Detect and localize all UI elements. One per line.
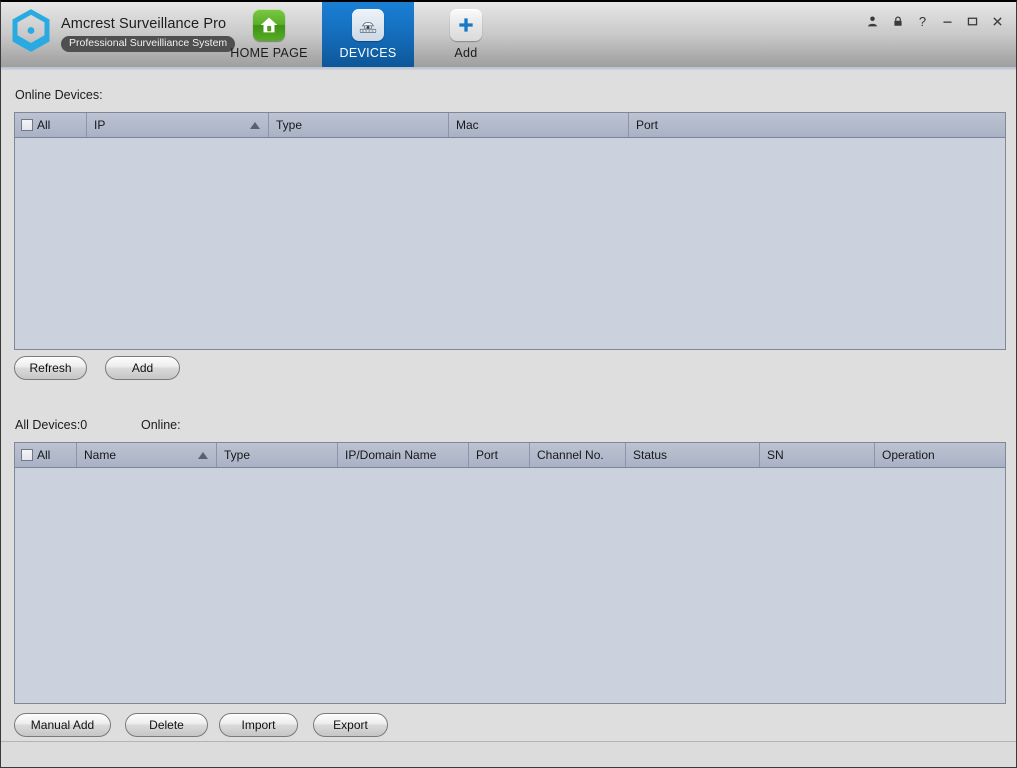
column-header-channel_no[interactable]: Channel No. [530,443,626,467]
nav-item-home-page-label: HOME PAGE [230,46,308,60]
lock-icon[interactable] [885,10,910,32]
column-header-sn[interactable]: SN [760,443,875,467]
online-devices-table: All IP Type Mac Port [14,112,1006,350]
title-bar: Amcrest Surveillance Pro Professional Su… [1,2,1016,70]
export-button[interactable]: Export [313,713,388,737]
nav-item-home-page[interactable]: HOME PAGE [219,2,319,68]
column-header-type[interactable]: Type [269,113,449,137]
camera-dome-icon [350,9,386,41]
column-header-label: Type [276,118,303,132]
column-header-ip_domain[interactable]: IP/Domain Name [338,443,469,467]
application-window: Amcrest Surveillance Pro Professional Su… [0,0,1017,768]
all-devices-table-body [15,468,1005,703]
column-header-label: Channel No. [537,448,604,462]
select-all-checkbox[interactable] [21,449,33,461]
status-bar [1,741,1016,767]
nav-item-add[interactable]: Add [429,2,503,68]
import-button[interactable]: Import [219,713,298,737]
column-header-type[interactable]: Type [217,443,338,467]
delete-button[interactable]: Delete [125,713,208,737]
select-all-checkbox[interactable] [21,119,33,131]
add-button[interactable]: Add [105,356,180,380]
column-header-label: All [37,118,51,132]
column-header-all[interactable]: All [15,443,77,467]
online-devices-table-body [15,138,1005,349]
column-header-label: Port [476,448,499,462]
nav-item-devices-label: DEVICES [339,46,397,60]
maximize-icon[interactable] [960,10,985,32]
column-header-label: Type [224,448,251,462]
column-header-status[interactable]: Status [626,443,760,467]
online-devices-label: Online Devices: [15,88,103,102]
column-header-all[interactable]: All [15,113,87,137]
brand-text: Amcrest Surveillance Pro Professional Su… [61,16,236,52]
sort-ascending-icon [250,122,260,129]
refresh-button[interactable]: Refresh [14,356,87,380]
column-header-port[interactable]: Port [629,113,1005,137]
minimize-icon[interactable] [935,10,960,32]
user-icon[interactable] [860,10,885,32]
sort-ascending-icon [198,452,208,459]
column-header-label: IP/Domain Name [345,448,437,462]
online-count-label: Online: [141,418,181,432]
column-header-port[interactable]: Port [469,443,530,467]
question-mark-icon[interactable]: ? [910,10,935,32]
window-controls: ? [860,10,1010,32]
all-devices-count-label: All Devices:0 [15,418,88,432]
column-header-label: All [37,448,51,462]
column-header-label: SN [767,448,784,462]
column-header-label: Operation [882,448,935,462]
plus-icon [448,9,484,41]
nav-item-add-label: Add [454,46,478,60]
column-header-label: Status [633,448,668,462]
column-header-name[interactable]: Name [77,443,217,467]
column-header-ip[interactable]: IP [87,113,269,137]
close-icon[interactable] [985,10,1010,32]
manual-add-button[interactable]: Manual Add [14,713,111,737]
column-header-label: Port [636,118,659,132]
brand-title: Amcrest Surveillance Pro [61,16,227,32]
nav-item-devices[interactable]: DEVICES [322,2,414,68]
hexagon-logo-icon [9,9,53,59]
column-header-label: IP [94,118,106,132]
online-devices-table-header: All IP Type Mac Port [15,113,1005,138]
all-devices-table: All Name Type IP/Domain Name Port Channel No.… [14,442,1006,704]
column-header-mac[interactable]: Mac [449,113,629,137]
column-header-label: Mac [456,118,479,132]
brand: Amcrest Surveillance Pro Professional Su… [9,6,236,62]
column-header-operation[interactable]: Operation [875,443,1005,467]
all-devices-table-header: All Name Type IP/Domain Name Port Channel No.… [15,443,1005,468]
home-icon [251,9,287,41]
brand-subtitle: Professional Surveilliance System [61,36,236,52]
column-header-label: Name [84,448,117,462]
